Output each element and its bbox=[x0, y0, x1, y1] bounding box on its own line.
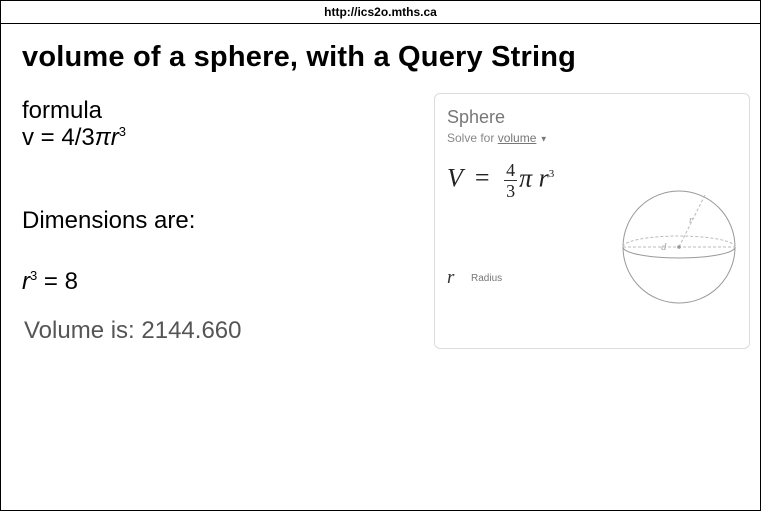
caret-down-icon[interactable]: ▼ bbox=[540, 134, 548, 143]
formula-expression: v = 4/3πr3 bbox=[22, 124, 126, 151]
eq-equals: = bbox=[474, 163, 490, 193]
volume-result: Volume is: 2144.660 bbox=[24, 317, 242, 344]
eq-exponent: 3 bbox=[548, 167, 555, 180]
formula-block: formula v = 4/3πr3 bbox=[22, 97, 126, 151]
card-title: Sphere bbox=[447, 107, 506, 127]
solve-for-dropdown[interactable]: volume bbox=[498, 131, 537, 145]
page-title: volume of a sphere, with a Query String bbox=[22, 41, 577, 73]
solve-for: Solve for volume ▼ bbox=[447, 131, 548, 145]
eq-denominator: 3 bbox=[506, 181, 516, 201]
url-bar[interactable]: http://ics2o.mths.ca bbox=[1, 1, 760, 24]
eq-fraction: 43 bbox=[504, 160, 518, 201]
sphere-diagram-icon: r d bbox=[622, 190, 736, 304]
formula-prefix: v = 4/3 bbox=[22, 124, 95, 151]
solve-prefix: Solve for bbox=[447, 131, 498, 145]
formula-label: formula bbox=[22, 97, 103, 124]
eq-lhs: V bbox=[447, 163, 463, 193]
sphere-equation: V = 43π r3 bbox=[447, 160, 554, 201]
diagram-diameter-label: d bbox=[661, 241, 667, 253]
variable-label: Radius bbox=[471, 273, 503, 284]
formula-exponent: 3 bbox=[118, 124, 127, 139]
formula-r: r bbox=[110, 124, 119, 151]
formula-pi: π bbox=[94, 124, 111, 151]
diagram-radius-label: r bbox=[689, 215, 693, 226]
eq-numerator: 4 bbox=[504, 160, 518, 181]
dimensions-heading: Dimensions are: bbox=[22, 207, 196, 234]
radius-var: r bbox=[22, 268, 30, 295]
eq-pi: π bbox=[519, 163, 533, 193]
radius-value: r3 = 8 bbox=[22, 268, 78, 296]
browser-frame: http://ics2o.mths.ca volume of a sphere,… bbox=[0, 0, 761, 511]
eq-r: r bbox=[538, 163, 549, 193]
radius-number: = 8 bbox=[37, 268, 78, 295]
variable-symbol: r bbox=[447, 267, 455, 288]
sphere-card: Sphere Solve for volume ▼ V = 43π r3 r R… bbox=[434, 93, 750, 349]
